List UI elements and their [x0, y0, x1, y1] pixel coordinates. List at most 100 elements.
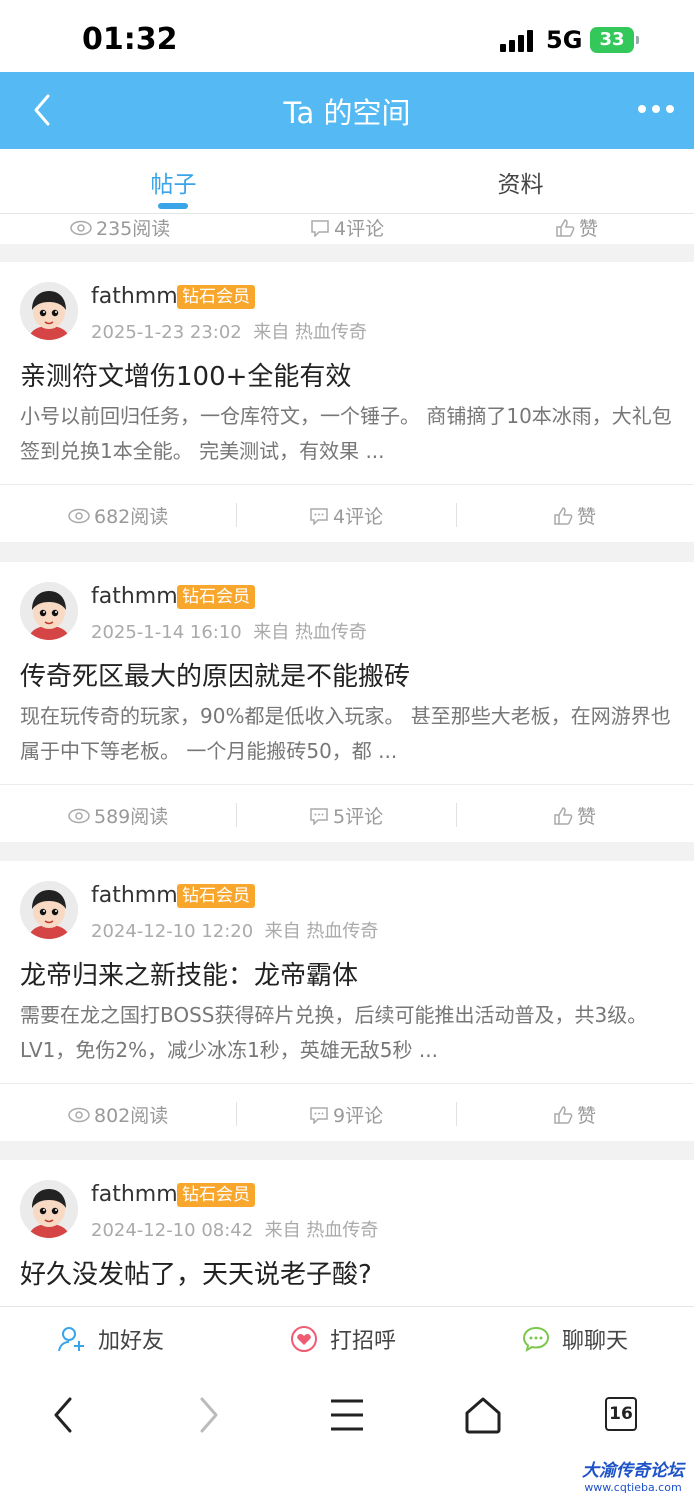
post-source: 来自 热血传奇	[253, 322, 367, 343]
like-button[interactable]: 赞	[555, 214, 598, 241]
read-count: 682阅读	[68, 502, 168, 529]
divider	[236, 803, 237, 827]
divider	[456, 503, 457, 527]
avatar[interactable]	[20, 582, 78, 640]
post-source: 来自 热血传奇	[264, 1220, 379, 1241]
page-title: Ta 的空间	[283, 96, 411, 130]
greet-label: 打招呼	[330, 1329, 397, 1354]
chat-label: 聊聊天	[562, 1329, 629, 1354]
post-title[interactable]: 龙帝归来之新技能：龙帝霸体	[20, 955, 358, 992]
comment-icon	[310, 507, 328, 525]
post-date: 2024-12-10 08:42	[91, 1220, 254, 1241]
add-friend-icon	[58, 1327, 84, 1352]
eye-icon	[68, 1107, 90, 1122]
username[interactable]: fathmm	[91, 883, 178, 908]
read-count-text: 235阅读	[96, 218, 171, 240]
add-friend-button[interactable]: 加好友	[58, 1323, 164, 1355]
post-actions: 589阅读 5评论 赞	[0, 784, 694, 843]
post-date: 2024-12-10 12:20	[91, 921, 254, 942]
post-source: 来自 热血传奇	[264, 921, 379, 942]
browser-back-icon[interactable]	[44, 1395, 84, 1435]
watermark: 大渝传奇论坛 www.cqtieba.com	[582, 1456, 684, 1494]
post-card[interactable]: fathmm 钻石会员 2024-12-10 12:20 来自 热血传奇 龙帝归…	[0, 861, 694, 1141]
chat-button[interactable]: 聊聊天	[522, 1323, 628, 1355]
avatar[interactable]	[20, 1180, 78, 1238]
thumbs-up-icon	[554, 1105, 573, 1124]
tab-profile[interactable]: 资料	[347, 165, 694, 199]
post-card-partial[interactable]: 235阅读 4评论 赞	[0, 214, 694, 244]
read-count: 589阅读	[68, 802, 168, 829]
eye-icon	[70, 220, 92, 235]
comment-count-text: 4评论	[333, 506, 384, 528]
post-meta: 2024-12-10 12:20 来自 热血传奇	[91, 917, 378, 943]
read-count: 235阅读	[70, 214, 170, 241]
post-excerpt[interactable]: 需要在龙之国打BOSS获得碎片兑换，后续可能推出活动普及，共3级。 LV1，免伤…	[20, 998, 676, 1068]
browser-toolbar: 16 大渝传奇论坛 www.cqtieba.com	[0, 1371, 694, 1500]
thumbs-up-icon	[554, 506, 573, 525]
username[interactable]: fathmm	[91, 584, 178, 609]
more-icon[interactable]	[636, 94, 676, 124]
post-excerpt[interactable]: 小号以前回归任务，一仓库符文，一个锤子。 商铺摘了10本冰雨，大礼包签到兑换1本…	[20, 399, 676, 469]
read-count-text: 682阅读	[94, 506, 169, 528]
divider	[456, 1102, 457, 1126]
post-date: 2025-1-23 23:02	[91, 322, 242, 343]
read-count: 802阅读	[68, 1101, 168, 1128]
signal-icon	[500, 30, 536, 52]
post-meta: 2024-12-10 08:42 来自 热血传奇	[91, 1216, 378, 1242]
like-text: 赞	[577, 506, 597, 528]
comment-button[interactable]: 4评论	[309, 502, 383, 529]
menu-icon[interactable]	[327, 1395, 367, 1435]
like-text: 赞	[579, 218, 599, 240]
comment-count-text: 9评论	[333, 1105, 384, 1127]
avatar[interactable]	[20, 881, 78, 939]
like-button[interactable]: 赞	[553, 502, 596, 529]
username[interactable]: fathmm	[91, 284, 178, 309]
tab-count-button[interactable]: 16	[605, 1397, 637, 1431]
eye-icon	[68, 508, 90, 523]
post-source: 来自 热血传奇	[253, 622, 367, 643]
network-type: 5G	[546, 26, 583, 54]
home-icon[interactable]	[463, 1395, 503, 1435]
watermark-url: www.cqtieba.com	[584, 1481, 682, 1494]
post-card[interactable]: fathmm 钻石会员 2025-1-14 16:10 来自 热血传奇 传奇死区…	[0, 562, 694, 842]
post-title[interactable]: 好久没发帖了，天天说老子酸?	[20, 1254, 372, 1291]
comment-count-text: 5评论	[333, 806, 384, 828]
battery-icon: 33	[590, 27, 639, 53]
avatar[interactable]	[20, 282, 78, 340]
eye-icon	[68, 808, 90, 823]
like-button[interactable]: 赞	[553, 1101, 596, 1128]
divider	[236, 503, 237, 527]
member-badge: 钻石会员	[177, 285, 255, 309]
username[interactable]: fathmm	[91, 1182, 178, 1207]
post-excerpt[interactable]: 现在玩传奇的玩家，90%都是低收入玩家。 甚至那些大老板，在网游界也属于中下等老…	[20, 699, 676, 769]
comment-count-text: 4评论	[334, 218, 385, 240]
post-card[interactable]: fathmm 钻石会员 2025-1-23 23:02 来自 热血传奇 亲测符文…	[0, 262, 694, 542]
like-text: 赞	[577, 806, 597, 828]
comment-button[interactable]: 5评论	[309, 802, 383, 829]
divider	[456, 803, 457, 827]
post-title[interactable]: 传奇死区最大的原因就是不能搬砖	[20, 656, 410, 693]
watermark-title: 大渝传奇论坛	[582, 1461, 684, 1481]
post-title[interactable]: 亲测符文增伤100+全能有效	[20, 356, 351, 393]
status-time: 01:32	[82, 22, 178, 57]
post-date: 2025-1-14 16:10	[91, 622, 242, 643]
add-friend-label: 加好友	[98, 1329, 165, 1354]
browser-forward-icon[interactable]	[188, 1395, 228, 1435]
like-text: 赞	[577, 1105, 597, 1127]
greet-button[interactable]: 打招呼	[290, 1323, 396, 1355]
comment-button[interactable]: 9评论	[309, 1101, 383, 1128]
status-bar: 01:32 5G 33	[0, 0, 694, 72]
comment-icon	[311, 219, 329, 237]
post-card[interactable]: fathmm 钻石会员 2024-12-10 08:42 来自 热血传奇 好久没…	[0, 1160, 694, 1306]
comment-icon	[310, 807, 328, 825]
like-button[interactable]: 赞	[553, 802, 596, 829]
post-actions: 682阅读 4评论 赞	[0, 484, 694, 543]
tab-bar: 帖子 资料	[0, 149, 694, 214]
header-bar: Ta 的空间	[0, 72, 694, 149]
post-feed[interactable]: 235阅读 4评论 赞 fathmm 钻石会员 2025-1-23 23:02 …	[0, 214, 694, 1306]
post-meta: 2025-1-14 16:10 来自 热血传奇	[91, 618, 367, 644]
read-count-text: 589阅读	[94, 806, 169, 828]
comment-count[interactable]: 4评论	[310, 214, 384, 241]
tab-posts[interactable]: 帖子	[0, 165, 347, 199]
member-badge: 钻石会员	[177, 884, 255, 908]
